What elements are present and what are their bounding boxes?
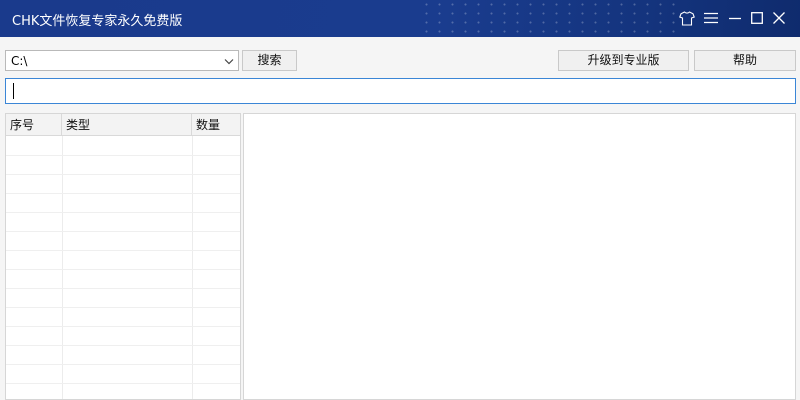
search-button[interactable]: 搜索: [242, 50, 297, 71]
list-header: 序号 类型 数量: [6, 114, 240, 136]
drive-select[interactable]: C:\: [5, 50, 239, 71]
maximize-icon[interactable]: [748, 9, 766, 27]
grid-row-line: [6, 345, 240, 346]
column-header-type[interactable]: 类型: [62, 114, 192, 136]
drive-select-value: C:\: [11, 54, 28, 68]
titlebar-decoration: [420, 0, 680, 37]
grid-row-line: [6, 231, 240, 232]
grid-row-line: [6, 269, 240, 270]
filter-input[interactable]: [5, 78, 796, 104]
grid-row-line: [6, 250, 240, 251]
menu-icon[interactable]: [702, 9, 720, 27]
grid-row-line: [6, 193, 240, 194]
text-caret: [13, 83, 14, 99]
title-bar: CHK文件恢复专家永久免费版: [0, 0, 800, 37]
skin-shirt-icon[interactable]: [678, 9, 696, 27]
column-header-index[interactable]: 序号: [6, 114, 62, 136]
grid-column-line: [62, 136, 63, 399]
upgrade-button[interactable]: 升级到专业版: [558, 50, 689, 71]
chevron-down-icon[interactable]: [223, 55, 235, 67]
grid-column-line: [192, 136, 193, 399]
file-type-list[interactable]: 序号 类型 数量: [5, 113, 241, 400]
grid-row-line: [6, 174, 240, 175]
file-detail-panel[interactable]: [243, 113, 796, 400]
help-button[interactable]: 帮助: [694, 50, 796, 71]
grid-row-line: [6, 155, 240, 156]
grid-row-line: [6, 326, 240, 327]
app-window: CHK文件恢复专家永久免费版 C:\ 搜索 升级到专业版 帮助 序号 类型 数量: [0, 0, 800, 400]
close-icon[interactable]: [770, 9, 788, 27]
grid-row-line: [6, 212, 240, 213]
window-title: CHK文件恢复专家永久免费版: [12, 14, 183, 29]
grid-row-line: [6, 383, 240, 384]
grid-row-line: [6, 364, 240, 365]
grid-row-line: [6, 288, 240, 289]
minimize-icon[interactable]: [726, 9, 744, 27]
column-header-count[interactable]: 数量: [192, 114, 240, 136]
grid-row-line: [6, 307, 240, 308]
